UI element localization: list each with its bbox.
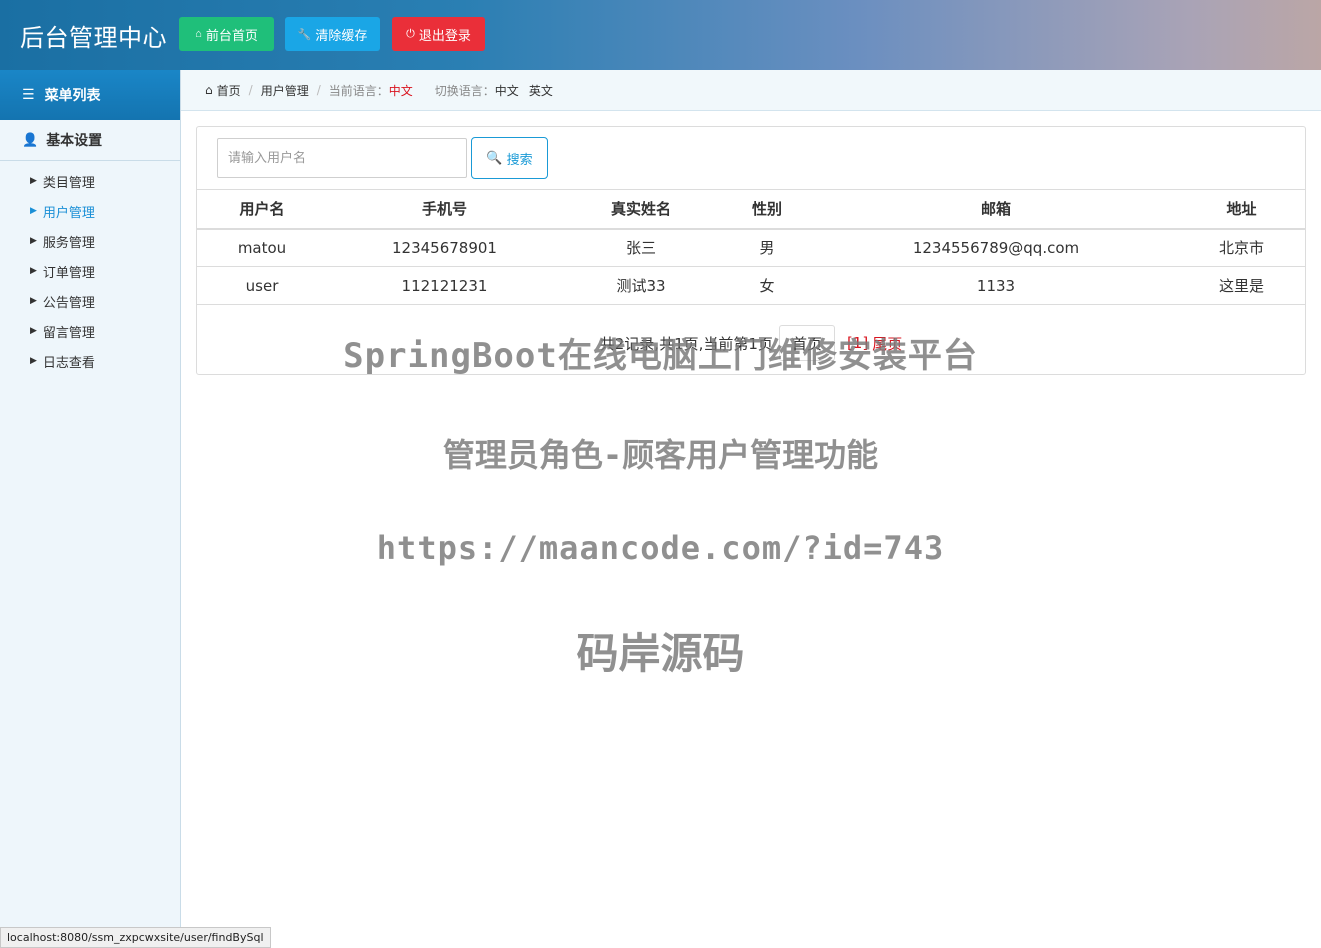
caret-right-icon: ▶ <box>30 296 37 306</box>
column-header-username: 用户名 <box>197 189 327 230</box>
sidebar-item-users[interactable]: ▶ 用户管理 <box>0 196 180 226</box>
column-header-gender: 性别 <box>720 189 814 230</box>
menu-list-title: 菜单列表 <box>44 88 101 104</box>
current-language-label: 当前语言： <box>328 83 389 98</box>
sidebar-item-label: 用户管理 <box>42 205 95 221</box>
breadcrumb: ⌂ 首页 / 用户管理 / 当前语言： 中文 切换语言： 中文 英文 <box>181 70 1321 111</box>
cell-realname: 测试33 <box>562 266 720 305</box>
sidebar-item-messages[interactable]: ▶ 留言管理 <box>0 316 180 346</box>
cell-phone: 112121231 <box>327 266 562 305</box>
sidebar-item-label: 类目管理 <box>42 175 95 191</box>
switch-language-label: 切换语言： <box>434 83 495 98</box>
breadcrumb-home-link[interactable]: 首页 <box>217 82 241 99</box>
caret-right-icon: ▶ <box>30 236 37 246</box>
cell-address: 北京市 <box>1178 228 1305 267</box>
breadcrumb-separator: / <box>316 83 321 97</box>
clear-cache-label: 清除缓存 <box>315 27 368 43</box>
user-table: 用户名 手机号 真实姓名 性别 邮箱 地址 matou 12345678901 … <box>197 189 1305 305</box>
caret-right-icon: ▶ <box>30 266 37 276</box>
search-button-label: 搜索 <box>506 151 533 167</box>
home-icon: ⌂ <box>195 28 202 40</box>
table-row: matou 12345678901 张三 男 1234556789@qq.com… <box>197 228 1305 267</box>
frontend-home-button[interactable]: ⌂ 前台首页 <box>179 17 274 51</box>
home-icon: ⌂ <box>205 83 213 97</box>
column-header-realname: 真实姓名 <box>562 189 720 230</box>
first-page-button[interactable]: 首页 <box>778 325 835 361</box>
pagination: 共2记录,共1页,当前第1页 首页 [1] 尾页 <box>197 323 1305 363</box>
breadcrumb-current: 用户管理 <box>260 83 309 98</box>
sidebar-menu: ▶ 类目管理 ▶ 用户管理 ▶ 服务管理 ▶ 订单管理 ▶ 公告管理 ▶ 留言管… <box>0 161 180 376</box>
logout-button[interactable]: ⏻ 退出登录 <box>392 17 485 51</box>
cell-email: 1234556789@qq.com <box>814 228 1178 267</box>
search-icon: 🔍 <box>486 150 503 165</box>
current-language-value: 中文 <box>388 83 413 98</box>
watermark-line: https://maancode.com/?id=743 <box>376 529 945 567</box>
basic-settings-title: 基本设置 <box>46 133 103 149</box>
search-button[interactable]: 🔍 搜索 <box>471 137 548 179</box>
last-page-link[interactable]: 尾页 <box>872 333 902 354</box>
sidebar-item-label: 日志查看 <box>42 355 95 371</box>
caret-right-icon: ▶ <box>30 356 37 366</box>
sidebar-item-category[interactable]: ▶ 类目管理 <box>0 166 180 196</box>
table-header-row: 用户名 手机号 真实姓名 性别 邮箱 地址 <box>197 189 1305 230</box>
cell-email: 1133 <box>814 266 1178 305</box>
top-header: 后台管理中心 ⌂ 前台首页 🔧 清除缓存 ⏻ 退出登录 <box>0 0 1321 70</box>
table-row: user 112121231 测试33 女 1133 这里是 <box>197 266 1305 305</box>
logout-label: 退出登录 <box>418 27 471 43</box>
user-icon: 👤 <box>22 132 39 148</box>
sidebar-item-label: 订单管理 <box>42 265 95 281</box>
sidebar-item-logs[interactable]: ▶ 日志查看 <box>0 346 180 376</box>
cell-realname: 张三 <box>562 228 720 267</box>
power-icon: ⏻ <box>406 27 415 40</box>
watermark-line: 管理员角色-顾客用户管理功能 <box>442 436 879 474</box>
sidebar-item-orders[interactable]: ▶ 订单管理 <box>0 256 180 286</box>
list-icon: ☰ <box>22 87 35 103</box>
sidebar-item-announcements[interactable]: ▶ 公告管理 <box>0 286 180 316</box>
sidebar-item-label: 留言管理 <box>42 325 95 341</box>
caret-right-icon: ▶ <box>30 326 37 336</box>
wrench-icon: 🔧 <box>297 28 312 41</box>
current-page-link[interactable]: [1] <box>847 334 868 352</box>
switch-language-en[interactable]: 英文 <box>529 82 553 99</box>
clear-cache-button[interactable]: 🔧 清除缓存 <box>285 17 380 51</box>
cell-gender: 女 <box>720 266 814 305</box>
sidebar-item-label: 服务管理 <box>42 235 95 251</box>
basic-settings-group[interactable]: 👤 基本设置 <box>0 120 180 161</box>
cell-gender: 男 <box>720 228 814 267</box>
cell-username: user <box>197 266 327 305</box>
pagination-summary: 共2记录,共1页,当前第1页 <box>599 334 773 353</box>
username-search-input[interactable] <box>217 138 467 178</box>
app-title: 后台管理中心 <box>20 24 167 52</box>
cell-address: 这里是 <box>1178 266 1305 305</box>
switch-language-zh[interactable]: 中文 <box>495 82 519 99</box>
column-header-email: 邮箱 <box>814 189 1178 230</box>
cell-username: matou <box>197 228 327 267</box>
user-list-panel: 🔍 搜索 用户名 手机号 真实姓名 性别 邮箱 地址 matou 1234567… <box>196 126 1306 375</box>
column-header-address: 地址 <box>1178 189 1305 230</box>
watermark-line: 码岸源码 <box>576 629 745 678</box>
frontend-home-label: 前台首页 <box>205 27 258 43</box>
breadcrumb-separator: / <box>248 83 253 97</box>
sidebar-item-label: 公告管理 <box>42 295 95 311</box>
menu-list-header: ☰ 菜单列表 <box>0 70 180 120</box>
column-header-phone: 手机号 <box>327 189 562 230</box>
sidebar-item-services[interactable]: ▶ 服务管理 <box>0 226 180 256</box>
sidebar: ☰ 菜单列表 👤 基本设置 ▶ 类目管理 ▶ 用户管理 ▶ 服务管理 ▶ 订单管… <box>0 70 181 948</box>
caret-right-icon: ▶ <box>30 176 37 186</box>
status-bar-url: localhost:8080/ssm_zxpcwxsite/user/findB… <box>0 927 271 948</box>
cell-phone: 12345678901 <box>327 228 562 267</box>
caret-right-icon: ▶ <box>30 206 37 216</box>
